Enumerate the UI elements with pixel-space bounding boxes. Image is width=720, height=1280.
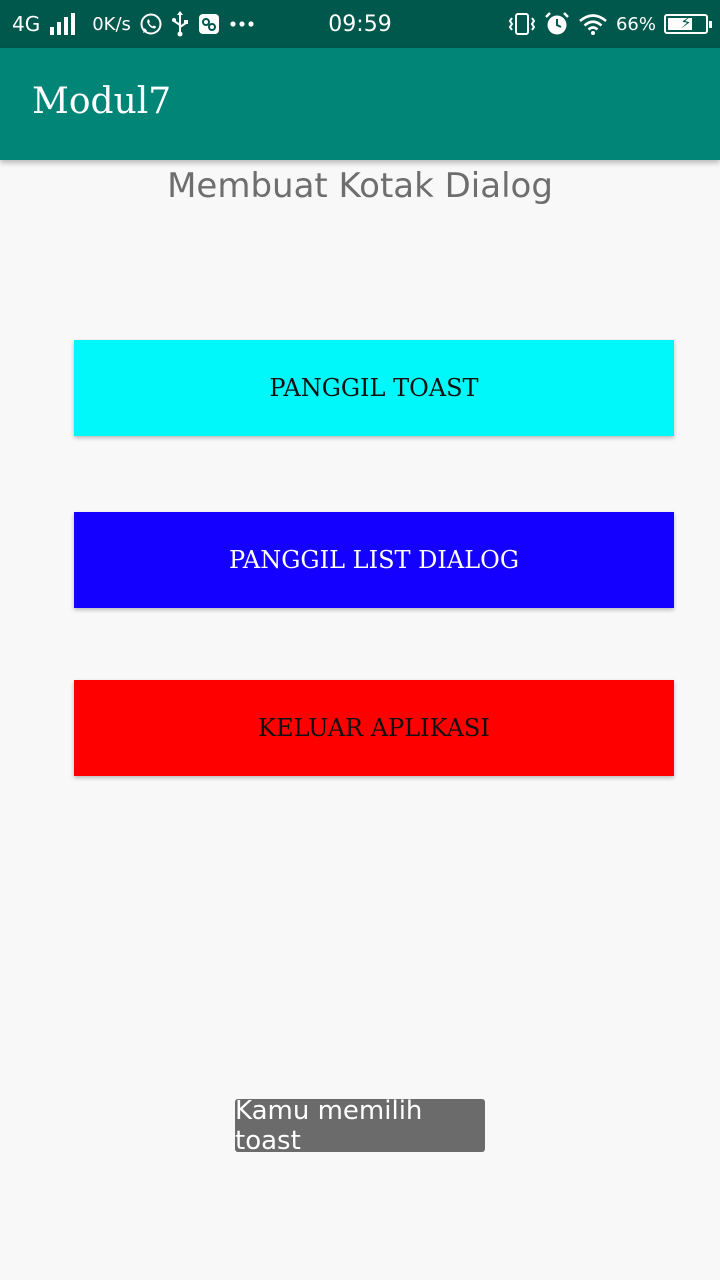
show-list-dialog-button[interactable]: PANGGIL LIST DIALOG: [74, 512, 674, 608]
app-title: Modul7: [32, 80, 172, 122]
more-dots-icon: [229, 10, 255, 38]
whatsapp-icon: [139, 10, 163, 38]
network-speed: 0K/s: [92, 13, 131, 35]
status-bar-left: 4G 0K/s: [12, 0, 255, 48]
toast-message: Kamu memilih toast: [235, 1096, 485, 1156]
exit-app-button[interactable]: KELUAR APLIKASI: [74, 680, 674, 776]
charging-bolt-icon: ⚡: [680, 13, 692, 32]
signal-icon: [48, 10, 78, 38]
show-toast-button[interactable]: PANGGIL TOAST: [74, 340, 674, 436]
battery-charging-icon: ⚡: [664, 13, 712, 34]
usb-icon: [171, 10, 189, 38]
wifi-icon: [578, 10, 608, 38]
network-type: 4G: [12, 12, 41, 36]
status-bar: 4G 0K/s 09:59 66% ⚡: [0, 0, 720, 48]
vibrate-icon: [508, 10, 536, 38]
settings-app-icon: [197, 10, 221, 38]
page-heading: Membuat Kotak Dialog: [167, 166, 553, 206]
alarm-icon: [544, 10, 570, 38]
battery-percent: 66%: [615, 13, 656, 35]
status-bar-right: 66% ⚡: [500, 0, 712, 48]
app-bar: Modul7: [0, 48, 720, 160]
